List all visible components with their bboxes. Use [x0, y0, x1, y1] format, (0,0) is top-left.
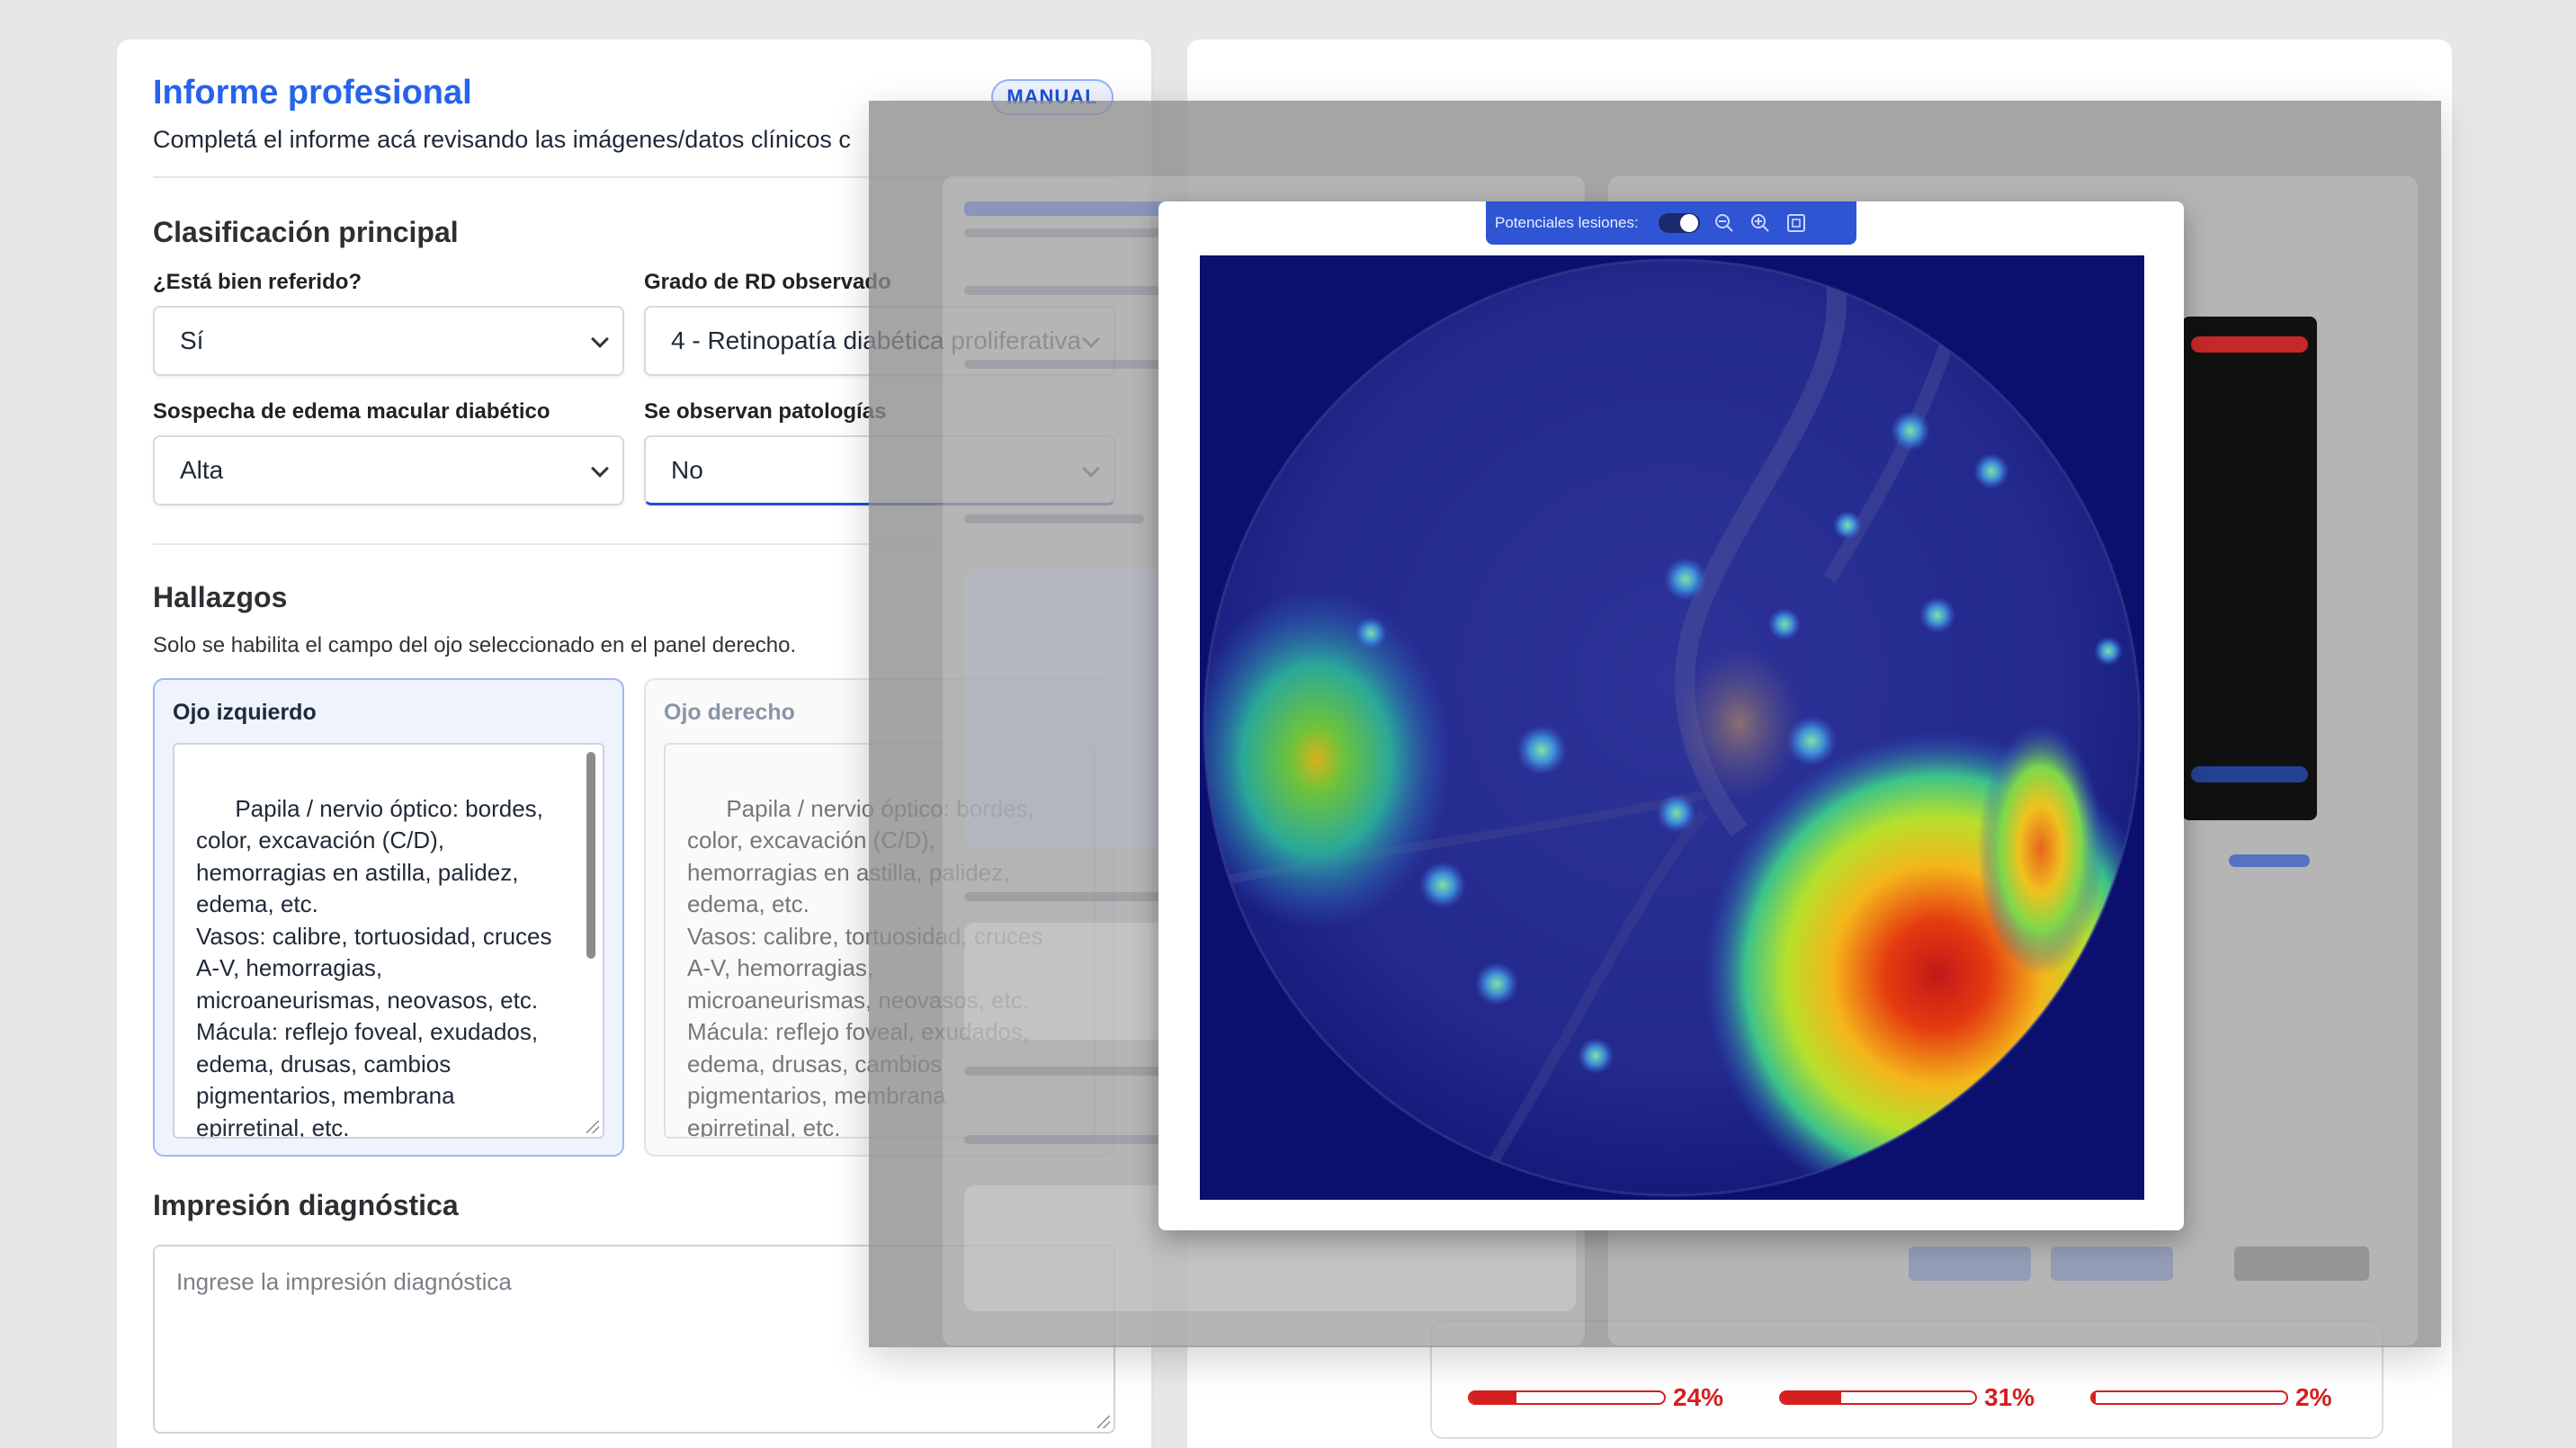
backdrop-line — [964, 286, 1162, 295]
right-eye-title: Ojo derecho — [664, 700, 795, 725]
classification-section-title: Clasificación principal — [153, 216, 459, 248]
backdrop-button — [2234, 1247, 2369, 1281]
probability-value: 24% — [1673, 1383, 1724, 1411]
impression-placeholder: Ingrese la impresión diagnóstica — [176, 1268, 512, 1295]
impression-section-title: Impresión diagnóstica — [153, 1189, 459, 1221]
probability-fill — [1470, 1392, 1516, 1403]
pathologies-value: No — [671, 455, 703, 484]
left-eye-panel[interactable]: Ojo izquierdo Papila / nervio óptico: bo… — [153, 678, 624, 1157]
backdrop-blue-button — [2191, 766, 2308, 782]
grade-label: Grado de RD observado — [644, 270, 891, 294]
resize-handle-icon[interactable] — [1097, 1416, 1110, 1428]
backdrop-fundus-thumbnail — [2182, 317, 2317, 820]
fundus-heatmap-image[interactable] — [1200, 255, 2144, 1200]
page-title: Informe profesional — [153, 74, 472, 112]
backdrop-line — [964, 514, 1144, 523]
referred-label: ¿Está bien referido? — [153, 270, 362, 294]
fundus-heatmap-svg — [1200, 255, 2144, 1200]
zoom-out-icon[interactable] — [1713, 211, 1736, 235]
chevron-down-icon — [591, 460, 609, 478]
probability-bar — [1468, 1390, 1666, 1405]
scrollbar[interactable] — [585, 752, 597, 1130]
probability-bar — [1779, 1390, 1977, 1405]
backdrop-blue-chip — [2229, 854, 2310, 867]
findings-section-title: Hallazgos — [153, 581, 288, 613]
probability-bar — [2090, 1390, 2288, 1405]
backdrop-line — [964, 1135, 1162, 1144]
viewer-toolbar: Potenciales lesiones: — [1486, 201, 1856, 245]
left-eye-textarea[interactable]: Papila / nervio óptico: bordes, color, e… — [173, 743, 604, 1139]
resize-handle-icon[interactable] — [586, 1121, 599, 1133]
edema-label: Sospecha de edema macular diabético — [153, 399, 550, 424]
findings-helper: Solo se habilita el campo del ojo selecc… — [153, 633, 797, 657]
probability-item: 24% — [1468, 1383, 1723, 1412]
edema-select[interactable]: Alta — [153, 435, 624, 505]
probability-fill — [2092, 1392, 2097, 1403]
lesions-toggle-label: Potenciales lesiones: — [1495, 214, 1639, 231]
toggle-knob — [1679, 214, 1698, 232]
probability-value: 31% — [1984, 1383, 2035, 1411]
left-eye-text: Papila / nervio óptico: bordes, color, e… — [196, 794, 552, 1139]
referred-select[interactable]: Sí — [153, 306, 624, 376]
backdrop-line — [964, 892, 1162, 901]
scrollbar-thumb[interactable] — [586, 752, 595, 959]
backdrop-line — [964, 360, 1162, 369]
backdrop-button — [1909, 1247, 2031, 1281]
fit-screen-icon[interactable] — [1784, 211, 1808, 235]
backdrop-red-bar — [2191, 336, 2308, 353]
probability-value: 2% — [2295, 1383, 2332, 1411]
chevron-down-icon — [591, 330, 609, 348]
probability-item: 31% — [1779, 1383, 2035, 1412]
lesions-toggle[interactable] — [1658, 213, 1700, 233]
probability-item: 2% — [2090, 1383, 2331, 1412]
referred-value: Sí — [180, 326, 204, 354]
edema-value: Alta — [180, 456, 224, 484]
probability-fill — [1781, 1392, 1841, 1403]
backdrop-button — [2051, 1247, 2173, 1281]
zoom-in-icon[interactable] — [1749, 211, 1772, 235]
left-eye-title: Ojo izquierdo — [173, 700, 317, 725]
pathologies-label: Se observan patologías — [644, 399, 887, 424]
